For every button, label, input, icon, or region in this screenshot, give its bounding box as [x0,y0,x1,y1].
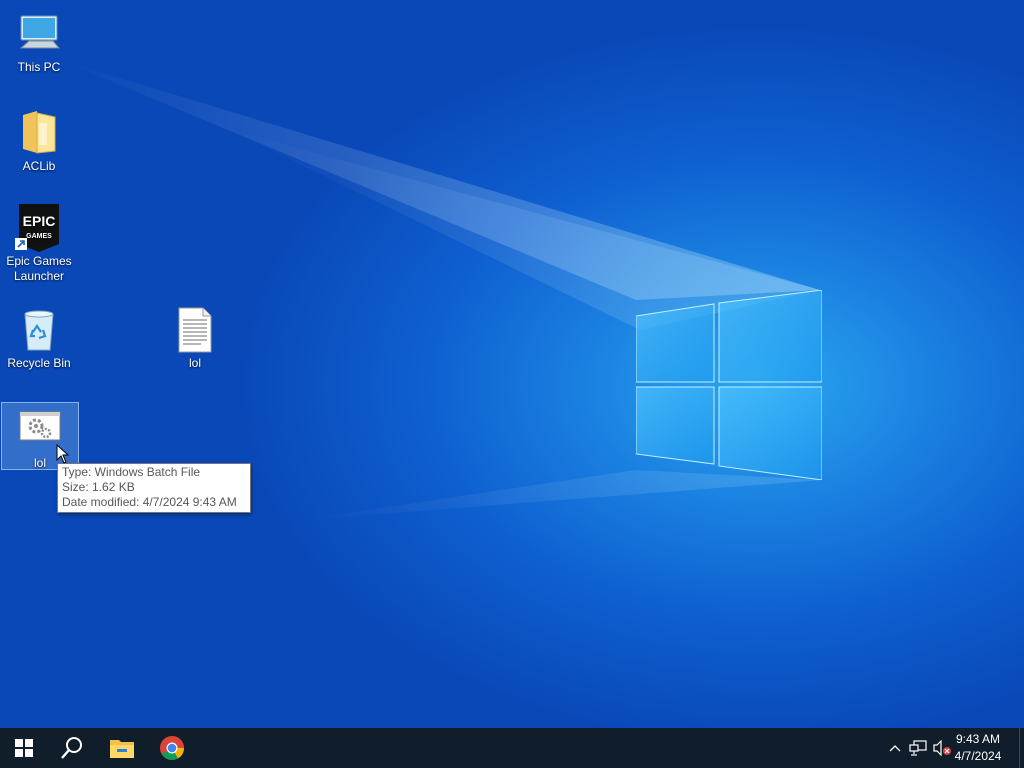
clock-date: 4/7/2024 [954,749,1002,763]
desktop-icon-label: Epic Games Launcher [6,254,72,283]
search-icon [61,737,82,759]
folder-icon [15,109,63,157]
start-button[interactable] [0,728,48,768]
file-explorer-button[interactable] [98,728,146,768]
desktop-icon-label: ACLib [22,159,56,173]
chrome-icon [160,736,184,761]
desktop-icon-recycle-bin[interactable]: Recycle Bin [1,306,77,371]
desktop-icon-label: Recycle Bin [7,356,71,370]
file-info-tooltip: Type: Windows Batch File Size: 1.62 KB D… [57,463,251,513]
desktop-icon-aclib[interactable]: ACLib [1,109,77,174]
windows-wallpaper-logo [636,290,822,480]
desktop-icon-label: This PC [17,60,61,74]
tooltip-size: Size: 1.62 KB [62,480,135,494]
text-file-icon [171,306,219,354]
network-icon [909,740,927,756]
show-hidden-icons-button[interactable] [884,728,906,768]
epic-games-icon: EPIC GAMES [15,204,63,252]
recycle-bin-icon [15,306,63,354]
tooltip-type: Type: Windows Batch File [62,465,201,479]
network-status-button[interactable] [906,728,930,768]
svg-text:EPIC: EPIC [23,213,56,229]
desktop-icon-lol-text[interactable]: lol [157,306,233,371]
desktop-icon-epic-games[interactable]: EPIC GAMES Epic Games Launcher [1,204,77,284]
windows-start-icon [15,739,33,757]
desktop-icon-label: lol [188,356,201,370]
file-explorer-icon [110,740,134,758]
chevron-up-icon [889,745,901,752]
svg-text:GAMES: GAMES [26,233,52,240]
chrome-button[interactable] [148,728,196,768]
clock[interactable]: 9:43 AM 4/7/2024 [948,731,1008,765]
show-desktop-button[interactable] [1019,728,1024,768]
mouse-cursor-icon [56,444,70,464]
search-button[interactable] [48,728,96,768]
wallpaper-light-beams [60,60,822,520]
clock-time: 9:43 AM [955,732,1001,746]
this-pc-icon [15,10,63,58]
taskbar: 9:43 AM 4/7/2024 [0,728,1024,768]
tooltip-date-modified: Date modified: 4/7/2024 9:43 AM [62,495,237,509]
desktop-icon-this-pc[interactable]: This PC [1,10,77,75]
